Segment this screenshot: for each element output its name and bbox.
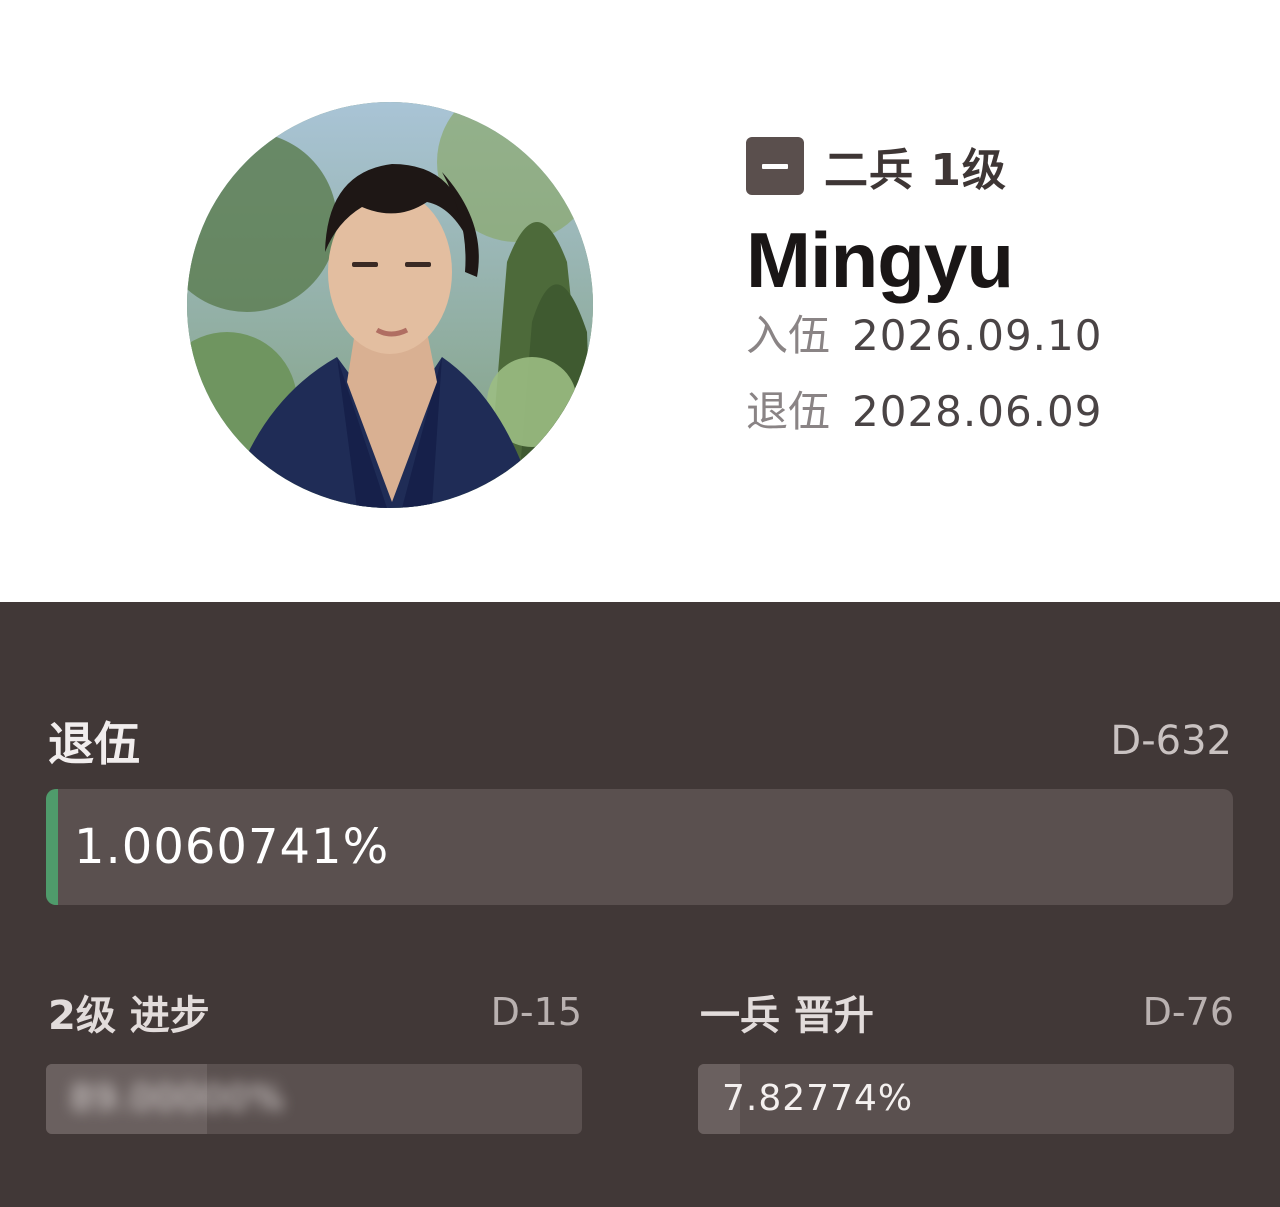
promotion-dday: D-76 [1142, 990, 1234, 1034]
progress-panel: 退伍 D-632 1.0060741% 2级 进步 D-15 89.00000%… [0, 602, 1280, 1207]
discharge-progress-bar: 1.0060741% [46, 789, 1233, 905]
page: 二兵 1级 Mingyu 入伍 2026.09.10 退伍 2028.06.09… [0, 0, 1280, 1207]
grade-progress-title: 2级 进步 [48, 993, 210, 1039]
rank-row: 二兵 1级 [746, 136, 1102, 196]
rank-label: 二兵 1级 [824, 145, 1007, 196]
discharge-dday: D-632 [1110, 718, 1232, 764]
discharge-progress-fill [46, 789, 58, 905]
enlist-label: 入伍 [746, 311, 831, 360]
user-name: Mingyu [746, 216, 1014, 304]
promotion-progress-bar: 7.82774% [698, 1064, 1234, 1134]
avatar [187, 102, 593, 508]
avatar-photo [187, 102, 593, 508]
enlist-row: 入伍 2026.09.10 [746, 302, 1102, 378]
rank-stripe-icon [746, 137, 804, 195]
discharge-header: 退伍 D-632 [48, 708, 1232, 774]
promotion-title: 一兵 晋升 [700, 993, 874, 1039]
discharge-title: 退伍 [48, 717, 140, 771]
discharge-row: 退伍 2028.06.09 [746, 378, 1102, 454]
discharge-date: 2028.06.09 [852, 387, 1103, 436]
profile-card: 二兵 1级 Mingyu 入伍 2026.09.10 退伍 2028.06.09 [0, 0, 1280, 602]
promotion-percent: 7.82774% [722, 1078, 914, 1119]
promotion-section: 一兵 晋升 D-76 7.82774% [698, 982, 1234, 1134]
discharge-label: 退伍 [746, 387, 831, 436]
grade-progress-header: 2级 进步 D-15 [46, 982, 582, 1042]
promotion-header: 一兵 晋升 D-76 [698, 982, 1234, 1042]
discharge-percent: 1.0060741% [74, 819, 390, 875]
profile-info: 二兵 1级 Mingyu 入伍 2026.09.10 退伍 2028.06.09 [746, 136, 1102, 454]
grade-progress-bar: 89.00000% [46, 1064, 582, 1134]
grade-progress-section: 2级 进步 D-15 89.00000% [46, 982, 582, 1134]
grade-progress-percent: 89.00000% [70, 1078, 285, 1119]
enlist-date: 2026.09.10 [852, 311, 1103, 360]
grade-progress-dday: D-15 [490, 990, 582, 1034]
